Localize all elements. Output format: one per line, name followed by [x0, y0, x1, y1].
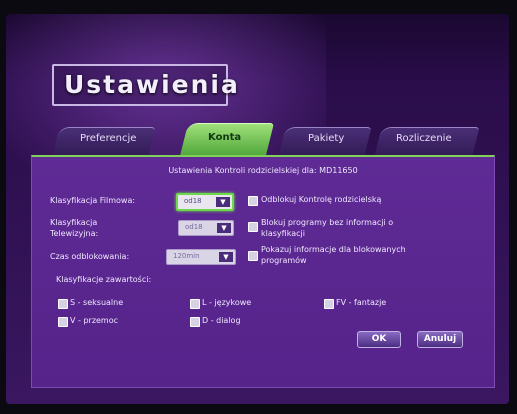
tab-preferencje[interactable]: Preferencje [80, 133, 136, 144]
show-blocked-info-label-line1: Pokazuj informacje dla blokowanych [261, 245, 406, 254]
tab-rozliczenie[interactable]: Rozliczenie [396, 133, 452, 144]
tv-rating-label-line2: Telewizyjna: [50, 229, 99, 238]
flag-v-checkbox[interactable] [58, 317, 68, 327]
flag-d-label: D - dialog [202, 316, 241, 325]
block-unrated-checkbox[interactable] [248, 222, 258, 232]
block-unrated-label-line1: Blokuj programy bez informacji o [261, 218, 394, 227]
chevron-down-icon: ▼ [219, 252, 233, 262]
flag-l-label: L - językowe [202, 298, 252, 307]
film-rating-value: od18 [184, 197, 202, 205]
tv-rating-dropdown[interactable]: od18 ▼ [178, 220, 234, 236]
unlock-parental-label: Odblokuj Kontrolę rodzicielską [261, 195, 382, 204]
tab-konta[interactable]: Konta [208, 132, 241, 143]
ok-button[interactable]: OK [357, 331, 401, 348]
panel-subheader: Ustawienia Kontroli rodzicielskiej dla: … [168, 166, 358, 175]
film-rating-label: Klasyfikacja Filmowa: [50, 196, 136, 205]
flag-fv-checkbox[interactable] [324, 299, 334, 309]
flag-l-checkbox[interactable] [190, 299, 200, 309]
chevron-down-icon: ▼ [216, 197, 230, 207]
unlock-time-label: Czas odblokowania: [50, 252, 130, 261]
cancel-button[interactable]: Anuluj [417, 331, 463, 348]
unlock-time-dropdown[interactable]: 120min ▼ [166, 249, 236, 265]
show-blocked-info-label-line2: programów [261, 256, 307, 265]
unlock-time-value: 120min [173, 252, 200, 260]
parental-control-panel: Ustawienia Kontroli rodzicielskiej dla: … [31, 155, 495, 388]
tv-rating-label-line1: Klasyfikacja [50, 218, 98, 227]
film-rating-dropdown[interactable]: od18 ▼ [176, 193, 234, 211]
tv-screen: Ustawienia Preferencje Konta Pakiety Roz… [6, 14, 509, 404]
unlock-parental-checkbox[interactable] [248, 196, 258, 206]
flag-v-label: V - przemoc [70, 316, 119, 325]
show-blocked-info-checkbox[interactable] [248, 251, 258, 261]
tab-pakiety[interactable]: Pakiety [308, 133, 344, 144]
tab-bar: Preferencje Konta Pakiety Rozliczenie [36, 121, 486, 156]
tv-rating-value: od18 [185, 223, 203, 231]
flag-s-checkbox[interactable] [58, 299, 68, 309]
flag-d-checkbox[interactable] [190, 317, 200, 327]
content-class-label: Klasyfikacje zawartości: [56, 275, 152, 284]
chevron-down-icon: ▼ [217, 223, 231, 233]
flag-fv-label: FV - fantazje [336, 298, 387, 307]
block-unrated-label-line2: klasyfikacji [261, 229, 305, 238]
flag-s-label: S - seksualne [70, 298, 124, 307]
page-title: Ustawienia [64, 70, 240, 99]
